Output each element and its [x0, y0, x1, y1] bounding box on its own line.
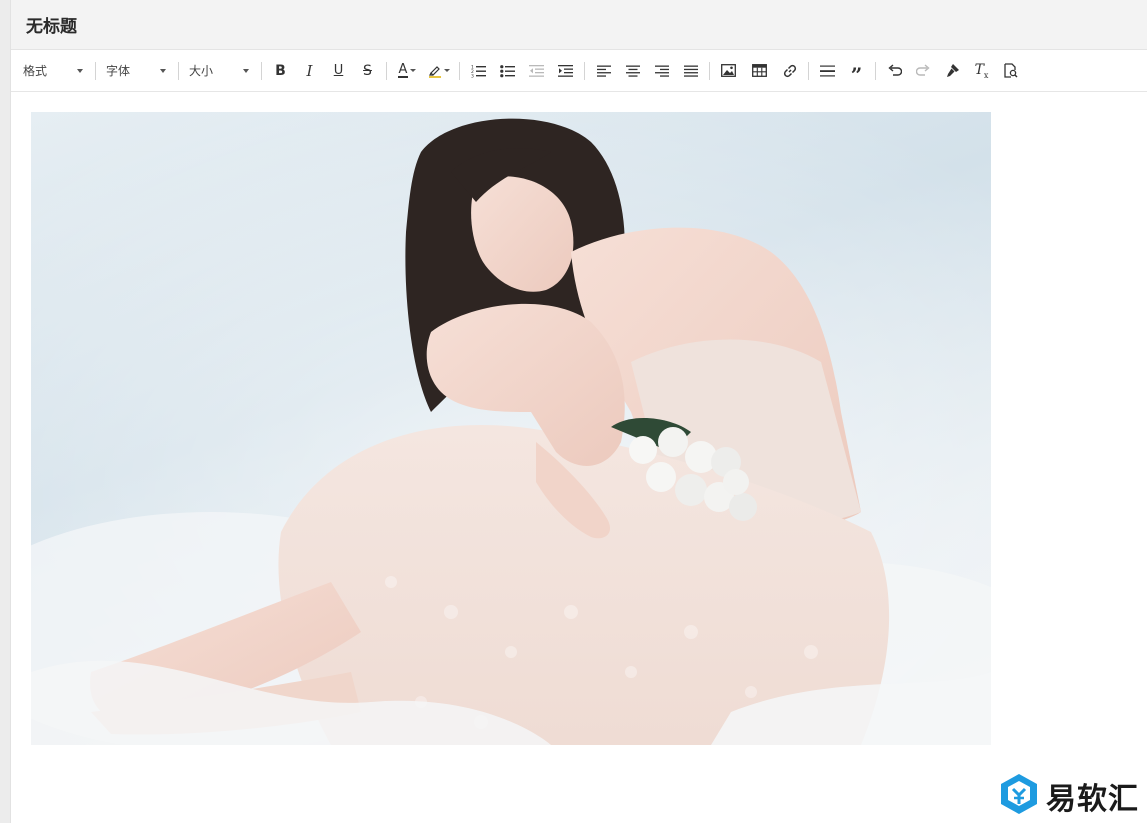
strikethrough-icon: S [363, 62, 372, 79]
table-icon [751, 64, 767, 77]
font-family-dropdown-label: 字体 [106, 64, 131, 78]
redo-icon [916, 64, 931, 77]
align-center-button[interactable] [618, 58, 647, 84]
toolbar-divider [178, 61, 179, 80]
align-justify-button[interactable] [676, 58, 705, 84]
clear-format-icon: Tx [975, 62, 989, 80]
preview-icon [1003, 63, 1018, 78]
redo-button[interactable] [909, 58, 938, 84]
chevron-down-icon [243, 68, 249, 73]
image-icon [721, 64, 736, 77]
document-title[interactable]: 无标题 [26, 12, 77, 37]
toolbar-divider [709, 61, 710, 80]
clear-format-sub: x [983, 70, 989, 80]
blockquote-icon: ” [850, 62, 863, 87]
title-bar: 无标题 [11, 0, 1147, 50]
chevron-down-icon [77, 68, 83, 73]
clear-format-button[interactable]: Tx [967, 58, 996, 84]
italic-icon: I [306, 61, 313, 80]
toolbar-divider [875, 61, 876, 80]
align-right-icon [654, 65, 669, 77]
horizontal-rule-button[interactable] [813, 58, 842, 84]
horizontal-rule-icon [820, 65, 835, 77]
format-dropdown-label: 格式 [23, 64, 48, 78]
toolbar-divider [459, 61, 460, 80]
insert-table-button[interactable] [743, 58, 775, 84]
align-center-icon [625, 65, 640, 77]
align-left-icon [596, 65, 611, 77]
text-color-button[interactable]: A [391, 58, 423, 84]
strikethrough-button[interactable]: S [353, 58, 382, 84]
undo-icon [887, 64, 902, 77]
undo-button[interactable] [880, 58, 909, 84]
preview-button[interactable] [996, 58, 1025, 84]
watermark-logo-icon [1000, 773, 1038, 819]
ordered-list-button[interactable]: 1 2 3 [464, 58, 493, 84]
highlight-color-button[interactable] [423, 58, 455, 84]
chevron-down-icon [444, 69, 450, 72]
outdent-icon [529, 64, 544, 78]
font-size-dropdown[interactable]: 大小 [183, 59, 255, 83]
underline-button[interactable]: U [324, 58, 353, 84]
text-color-icon: A [397, 61, 409, 78]
ordered-list-icon: 1 2 3 [471, 64, 486, 78]
format-dropdown[interactable]: 格式 [17, 59, 89, 83]
left-edge-strip [0, 0, 11, 823]
align-left-button[interactable] [589, 58, 618, 84]
bold-icon: B [275, 62, 286, 79]
toolbar-divider [261, 61, 262, 80]
bullet-list-button[interactable] [493, 58, 522, 84]
inserted-photo[interactable] [31, 112, 991, 745]
format-painter-icon [945, 63, 960, 78]
outdent-button[interactable] [522, 58, 551, 84]
bold-button[interactable]: B [266, 58, 295, 84]
watermark: 易软汇 [1000, 773, 1139, 819]
font-size-dropdown-label: 大小 [189, 64, 214, 78]
align-right-button[interactable] [647, 58, 676, 84]
highlight-pen-icon [428, 64, 442, 78]
font-family-dropdown[interactable]: 字体 [100, 59, 172, 83]
editor-app: 无标题 格式 字体 大小 B I U S A 1 2 3 ” Tx 易软汇 [0, 0, 1147, 823]
indent-icon [558, 64, 573, 78]
svg-text:3: 3 [471, 73, 474, 78]
align-justify-icon [683, 65, 698, 77]
formatting-toolbar: 格式 字体 大小 B I U S A 1 2 3 ” Tx [11, 50, 1147, 92]
chevron-down-icon [410, 69, 417, 72]
toolbar-divider [584, 61, 585, 80]
italic-button[interactable]: I [295, 58, 324, 84]
clear-format-glyph: T [974, 61, 984, 78]
insert-link-button[interactable] [775, 58, 804, 84]
insert-image-button[interactable] [714, 58, 743, 84]
toolbar-divider [808, 61, 809, 80]
indent-button[interactable] [551, 58, 580, 84]
editor-content-area[interactable]: 易软汇 [11, 92, 1147, 823]
bullet-list-icon [500, 64, 515, 78]
underline-icon: U [333, 63, 344, 78]
format-painter-button[interactable] [938, 58, 967, 84]
photo-illustration [31, 112, 991, 745]
toolbar-divider [386, 61, 387, 80]
link-icon [783, 64, 797, 78]
toolbar-divider [95, 61, 96, 80]
watermark-text: 易软汇 [1046, 782, 1139, 817]
blockquote-button[interactable]: ” [842, 58, 871, 87]
chevron-down-icon [160, 68, 166, 73]
